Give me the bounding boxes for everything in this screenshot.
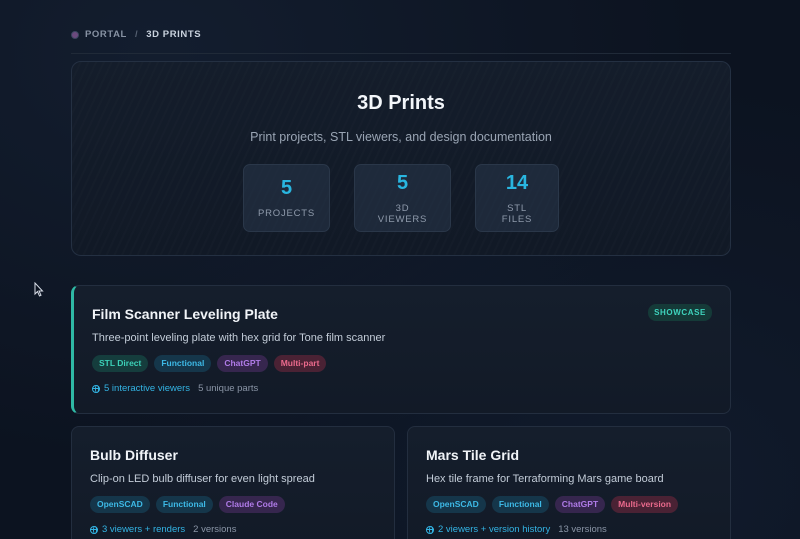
stat-value: 5 bbox=[396, 171, 409, 194]
stat-projects: 5 PROJECTS bbox=[243, 164, 330, 232]
stat-value: 14 bbox=[505, 171, 529, 194]
portal-logo-icon bbox=[71, 30, 79, 39]
project-description: Hex tile frame for Terraforming Mars gam… bbox=[426, 473, 664, 485]
page-subtitle: Print projects, STL viewers, and design … bbox=[250, 130, 552, 144]
tag: OpenSCAD bbox=[426, 496, 486, 513]
tag: Multi-part bbox=[273, 355, 327, 372]
project-card-mars-tile-grid[interactable]: Mars Tile Grid Hex tile frame for Terraf… bbox=[407, 426, 731, 539]
stat-value: 5 bbox=[280, 177, 293, 199]
tag: Multi-version bbox=[611, 496, 679, 513]
tag: Functional bbox=[155, 496, 213, 513]
project-card-bulb-diffuser[interactable]: Bulb Diffuser Clip-on LED bulb diffuser … bbox=[71, 426, 395, 539]
tag: Functional bbox=[154, 355, 212, 372]
tag: ChatGPT bbox=[217, 355, 268, 372]
stat-stl-files: 14 STL FILES bbox=[475, 164, 559, 232]
stats-row: 5 PROJECTS 5 3D VIEWERS 14 STL FILES bbox=[72, 164, 730, 232]
project-title: Film Scanner Leveling Plate bbox=[92, 306, 278, 322]
tag: OpenSCAD bbox=[90, 496, 150, 513]
showcase-badge: SHOWCASE bbox=[648, 304, 712, 321]
project-extra-info: 5 unique parts bbox=[198, 383, 259, 394]
globe-icon bbox=[426, 525, 434, 534]
breadcrumb-current: 3D PRINTS bbox=[146, 29, 202, 40]
stat-label: PROJECTS bbox=[257, 208, 316, 219]
project-meta: 3 viewers + renders 2 versions bbox=[90, 524, 236, 535]
breadcrumb-separator: / bbox=[134, 29, 139, 40]
globe-icon bbox=[92, 384, 100, 393]
tag-list: STL Direct Functional ChatGPT Multi-part bbox=[92, 355, 327, 372]
tag: Claude Code bbox=[218, 496, 285, 513]
project-meta: 5 interactive viewers 5 unique parts bbox=[92, 383, 258, 394]
project-extra-info: 2 versions bbox=[193, 524, 237, 535]
viewers-link[interactable]: 2 viewers + version history bbox=[426, 524, 550, 535]
project-card-film-scanner[interactable]: Film Scanner Leveling Plate SHOWCASE Thr… bbox=[71, 285, 731, 414]
stat-viewers: 5 3D VIEWERS bbox=[354, 164, 451, 232]
project-description: Three-point leveling plate with hex grid… bbox=[92, 332, 386, 344]
viewers-link[interactable]: 3 viewers + renders bbox=[90, 524, 185, 535]
viewers-link-label: 3 viewers + renders bbox=[102, 524, 186, 535]
viewers-link[interactable]: 5 interactive viewers bbox=[92, 383, 190, 394]
globe-icon bbox=[90, 525, 98, 534]
stat-label: STL FILES bbox=[501, 202, 533, 225]
tag-list: OpenSCAD Functional Claude Code bbox=[90, 496, 285, 513]
viewers-link-label: 5 interactive viewers bbox=[104, 383, 191, 394]
tag: Functional bbox=[491, 496, 549, 513]
breadcrumb: PORTAL / 3D PRINTS bbox=[71, 26, 731, 54]
tag: STL Direct bbox=[92, 355, 149, 372]
project-meta: 2 viewers + version history 13 versions bbox=[426, 524, 607, 535]
hero-panel: 3D Prints Print projects, STL viewers, a… bbox=[71, 61, 731, 256]
tag-list: OpenSCAD Functional ChatGPT Multi-versio… bbox=[426, 496, 679, 513]
project-title: Mars Tile Grid bbox=[426, 447, 520, 463]
viewers-link-label: 2 viewers + version history bbox=[438, 524, 551, 535]
page-title: 3D Prints bbox=[357, 92, 445, 114]
tag: ChatGPT bbox=[554, 496, 606, 513]
project-title: Bulb Diffuser bbox=[90, 447, 178, 463]
stat-label: 3D VIEWERS bbox=[377, 202, 428, 225]
project-description: Clip-on LED bulb diffuser for even light… bbox=[90, 473, 315, 485]
mouse-cursor-icon bbox=[34, 282, 44, 297]
project-extra-info: 13 versions bbox=[558, 524, 607, 535]
breadcrumb-portal-link[interactable]: PORTAL bbox=[85, 29, 127, 40]
